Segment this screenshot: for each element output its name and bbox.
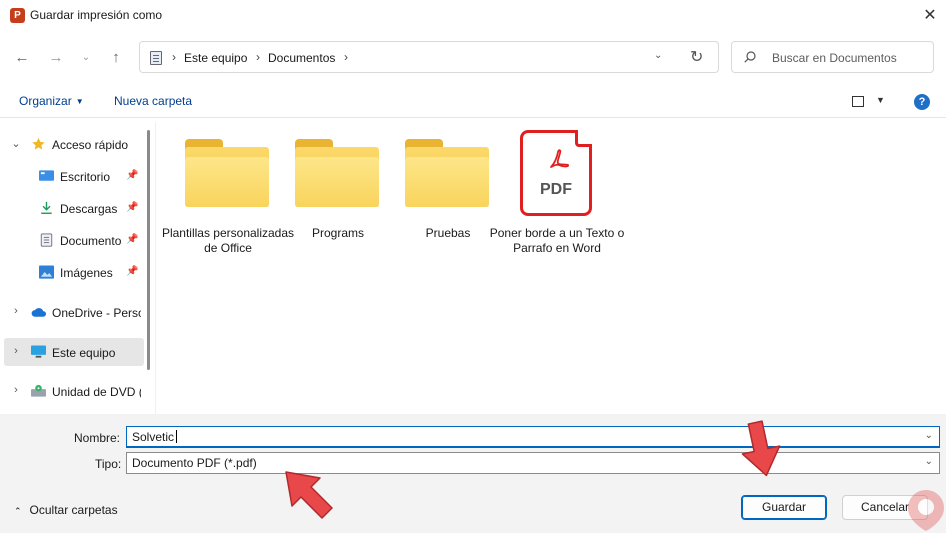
file-name-field[interactable]: Solvetic ⌄ — [126, 426, 940, 448]
sidebar-item-label: Escritorio — [60, 170, 111, 184]
new-folder-button[interactable]: Nueva carpeta — [114, 94, 192, 108]
folder-item[interactable]: Plantillas personalizadas de Office — [160, 126, 294, 276]
images-icon — [39, 265, 54, 279]
text-cursor — [176, 430, 178, 443]
pin-icon[interactable]: 📌 — [126, 266, 138, 277]
search-placeholder: Buscar en Documentos — [772, 51, 897, 65]
forward-button[interactable]: → — [46, 48, 66, 68]
sidebar-item-label: Este equipo — [52, 346, 116, 360]
organize-label: Organizar — [19, 94, 72, 108]
breadcrumb-separator: › — [172, 50, 176, 64]
back-button[interactable]: ← — [12, 48, 32, 68]
title-bar: P Guardar impresión como ✕ — [0, 0, 946, 32]
file-name-label: Nombre: — [74, 431, 121, 445]
navigation-bar: ← → ⌄ ↑ › Este equipo › Documentos › ⌄ ↻… — [0, 36, 946, 80]
address-bar[interactable]: › Este equipo › Documentos › ⌄ ↻ — [139, 41, 719, 73]
close-button[interactable]: ✕ — [918, 4, 942, 28]
sidebar-item-documents[interactable]: Documentos 📌 — [0, 226, 146, 254]
navigation-pane: ⌄ Acceso rápido Escritorio 📌 Descargas 📌… — [0, 122, 156, 414]
recent-locations-button[interactable]: ⌄ — [76, 48, 96, 68]
sidebar-item-label: Descargas — [60, 202, 118, 216]
expand-chevron-icon[interactable]: › — [10, 305, 22, 317]
folder-item[interactable]: Programs — [270, 126, 380, 276]
breadcrumb-separator: › — [256, 50, 260, 64]
breadcrumb-este-equipo[interactable]: Este equipo — [184, 51, 247, 65]
hide-folders-button[interactable]: ⌃ Ocultar carpetas — [14, 503, 118, 517]
sidebar-item-label: OneDrive - Personal — [52, 306, 141, 320]
breadcrumb-separator: › — [344, 50, 348, 64]
folder-icon — [405, 139, 489, 207]
collapse-chevron-icon[interactable]: ⌄ — [10, 137, 22, 150]
sidebar-scrollbar[interactable] — [147, 130, 150, 370]
window-title: Guardar impresión como — [30, 8, 163, 22]
pdf-icon: PDF — [520, 130, 592, 216]
chevron-down-icon[interactable]: ⌄ — [925, 430, 933, 441]
sidebar-item-this-pc[interactable]: › Este equipo — [4, 338, 144, 366]
annotation-arrow-icon — [741, 420, 781, 477]
sidebar-item-images[interactable]: Imágenes 📌 — [0, 258, 146, 286]
expand-chevron-icon[interactable]: › — [10, 345, 22, 357]
annotation-arrow-icon — [285, 471, 333, 519]
up-button[interactable]: ↑ — [106, 48, 126, 68]
file-name: Poner borde a un Texto o Parrafo en Word — [489, 226, 625, 255]
folder-icon — [185, 139, 269, 207]
pin-icon[interactable]: 📌 — [126, 234, 138, 245]
pin-icon[interactable]: 📌 — [126, 170, 138, 181]
dvd-icon — [31, 384, 46, 397]
folder-icon — [295, 139, 379, 207]
sidebar-item-label: Unidad de DVD (D:) — [52, 385, 141, 399]
address-dropdown-icon[interactable]: ⌄ — [654, 50, 662, 61]
file-list: Plantillas personalizadas de Office Prog… — [160, 122, 946, 414]
search-input[interactable]: Buscar en Documentos — [731, 41, 934, 73]
document-icon — [40, 233, 53, 247]
computer-icon — [31, 345, 46, 358]
chevron-down-icon[interactable]: ⌄ — [925, 456, 933, 467]
cloud-icon — [31, 308, 46, 317]
sidebar-item-desktop[interactable]: Escritorio 📌 — [0, 162, 146, 190]
hide-folders-label: Ocultar carpetas — [29, 503, 118, 517]
powerpoint-icon: P — [10, 8, 25, 23]
sidebar-item-dvd[interactable]: › Unidad de DVD (D:) — [0, 377, 146, 405]
search-icon — [744, 51, 756, 63]
pdf-badge: PDF — [540, 181, 572, 198]
acrobat-icon — [550, 149, 569, 168]
sidebar-item-label: Acceso rápido — [52, 138, 129, 152]
star-icon — [32, 137, 45, 150]
command-bar: Organizar ▼ Nueva carpeta ▼ ? — [0, 84, 946, 118]
file-type-label: Tipo: — [95, 457, 122, 471]
sidebar-item-onedrive[interactable]: › OneDrive - Personal — [0, 298, 146, 326]
refresh-icon[interactable]: ↻ — [690, 47, 703, 67]
expand-chevron-icon[interactable]: › — [10, 384, 22, 396]
save-form: Nombre: Solvetic ⌄ Tipo: Documento PDF (… — [0, 414, 946, 533]
file-type-select[interactable]: Documento PDF (*.pdf) ⌄ — [126, 452, 940, 474]
watermark-logo-icon — [908, 490, 944, 531]
help-icon[interactable]: ? — [914, 94, 930, 110]
file-name-value: Solvetic — [132, 430, 175, 444]
view-caret-icon[interactable]: ▼ — [876, 95, 885, 105]
save-button[interactable]: Guardar — [741, 495, 827, 520]
chevron-up-icon: ⌃ — [14, 506, 22, 516]
organize-button[interactable]: Organizar ▼ — [19, 94, 84, 108]
view-options-icon[interactable] — [852, 96, 864, 107]
desktop-icon — [39, 170, 54, 181]
sidebar-item-downloads[interactable]: Descargas 📌 — [0, 194, 146, 222]
file-type-value: Documento PDF (*.pdf) — [132, 456, 257, 470]
sidebar-item-quick-access[interactable]: ⌄ Acceso rápido — [0, 130, 146, 158]
breadcrumb-documentos[interactable]: Documentos — [268, 51, 335, 65]
folder-item[interactable]: Pruebas — [380, 126, 490, 276]
caret-down-icon: ▼ — [75, 97, 84, 106]
sidebar-item-label: Documentos — [60, 234, 122, 248]
sidebar-item-label: Imágenes — [60, 266, 113, 280]
download-icon — [41, 201, 52, 214]
pin-icon[interactable]: 📌 — [126, 202, 138, 213]
this-pc-icon — [150, 51, 162, 65]
